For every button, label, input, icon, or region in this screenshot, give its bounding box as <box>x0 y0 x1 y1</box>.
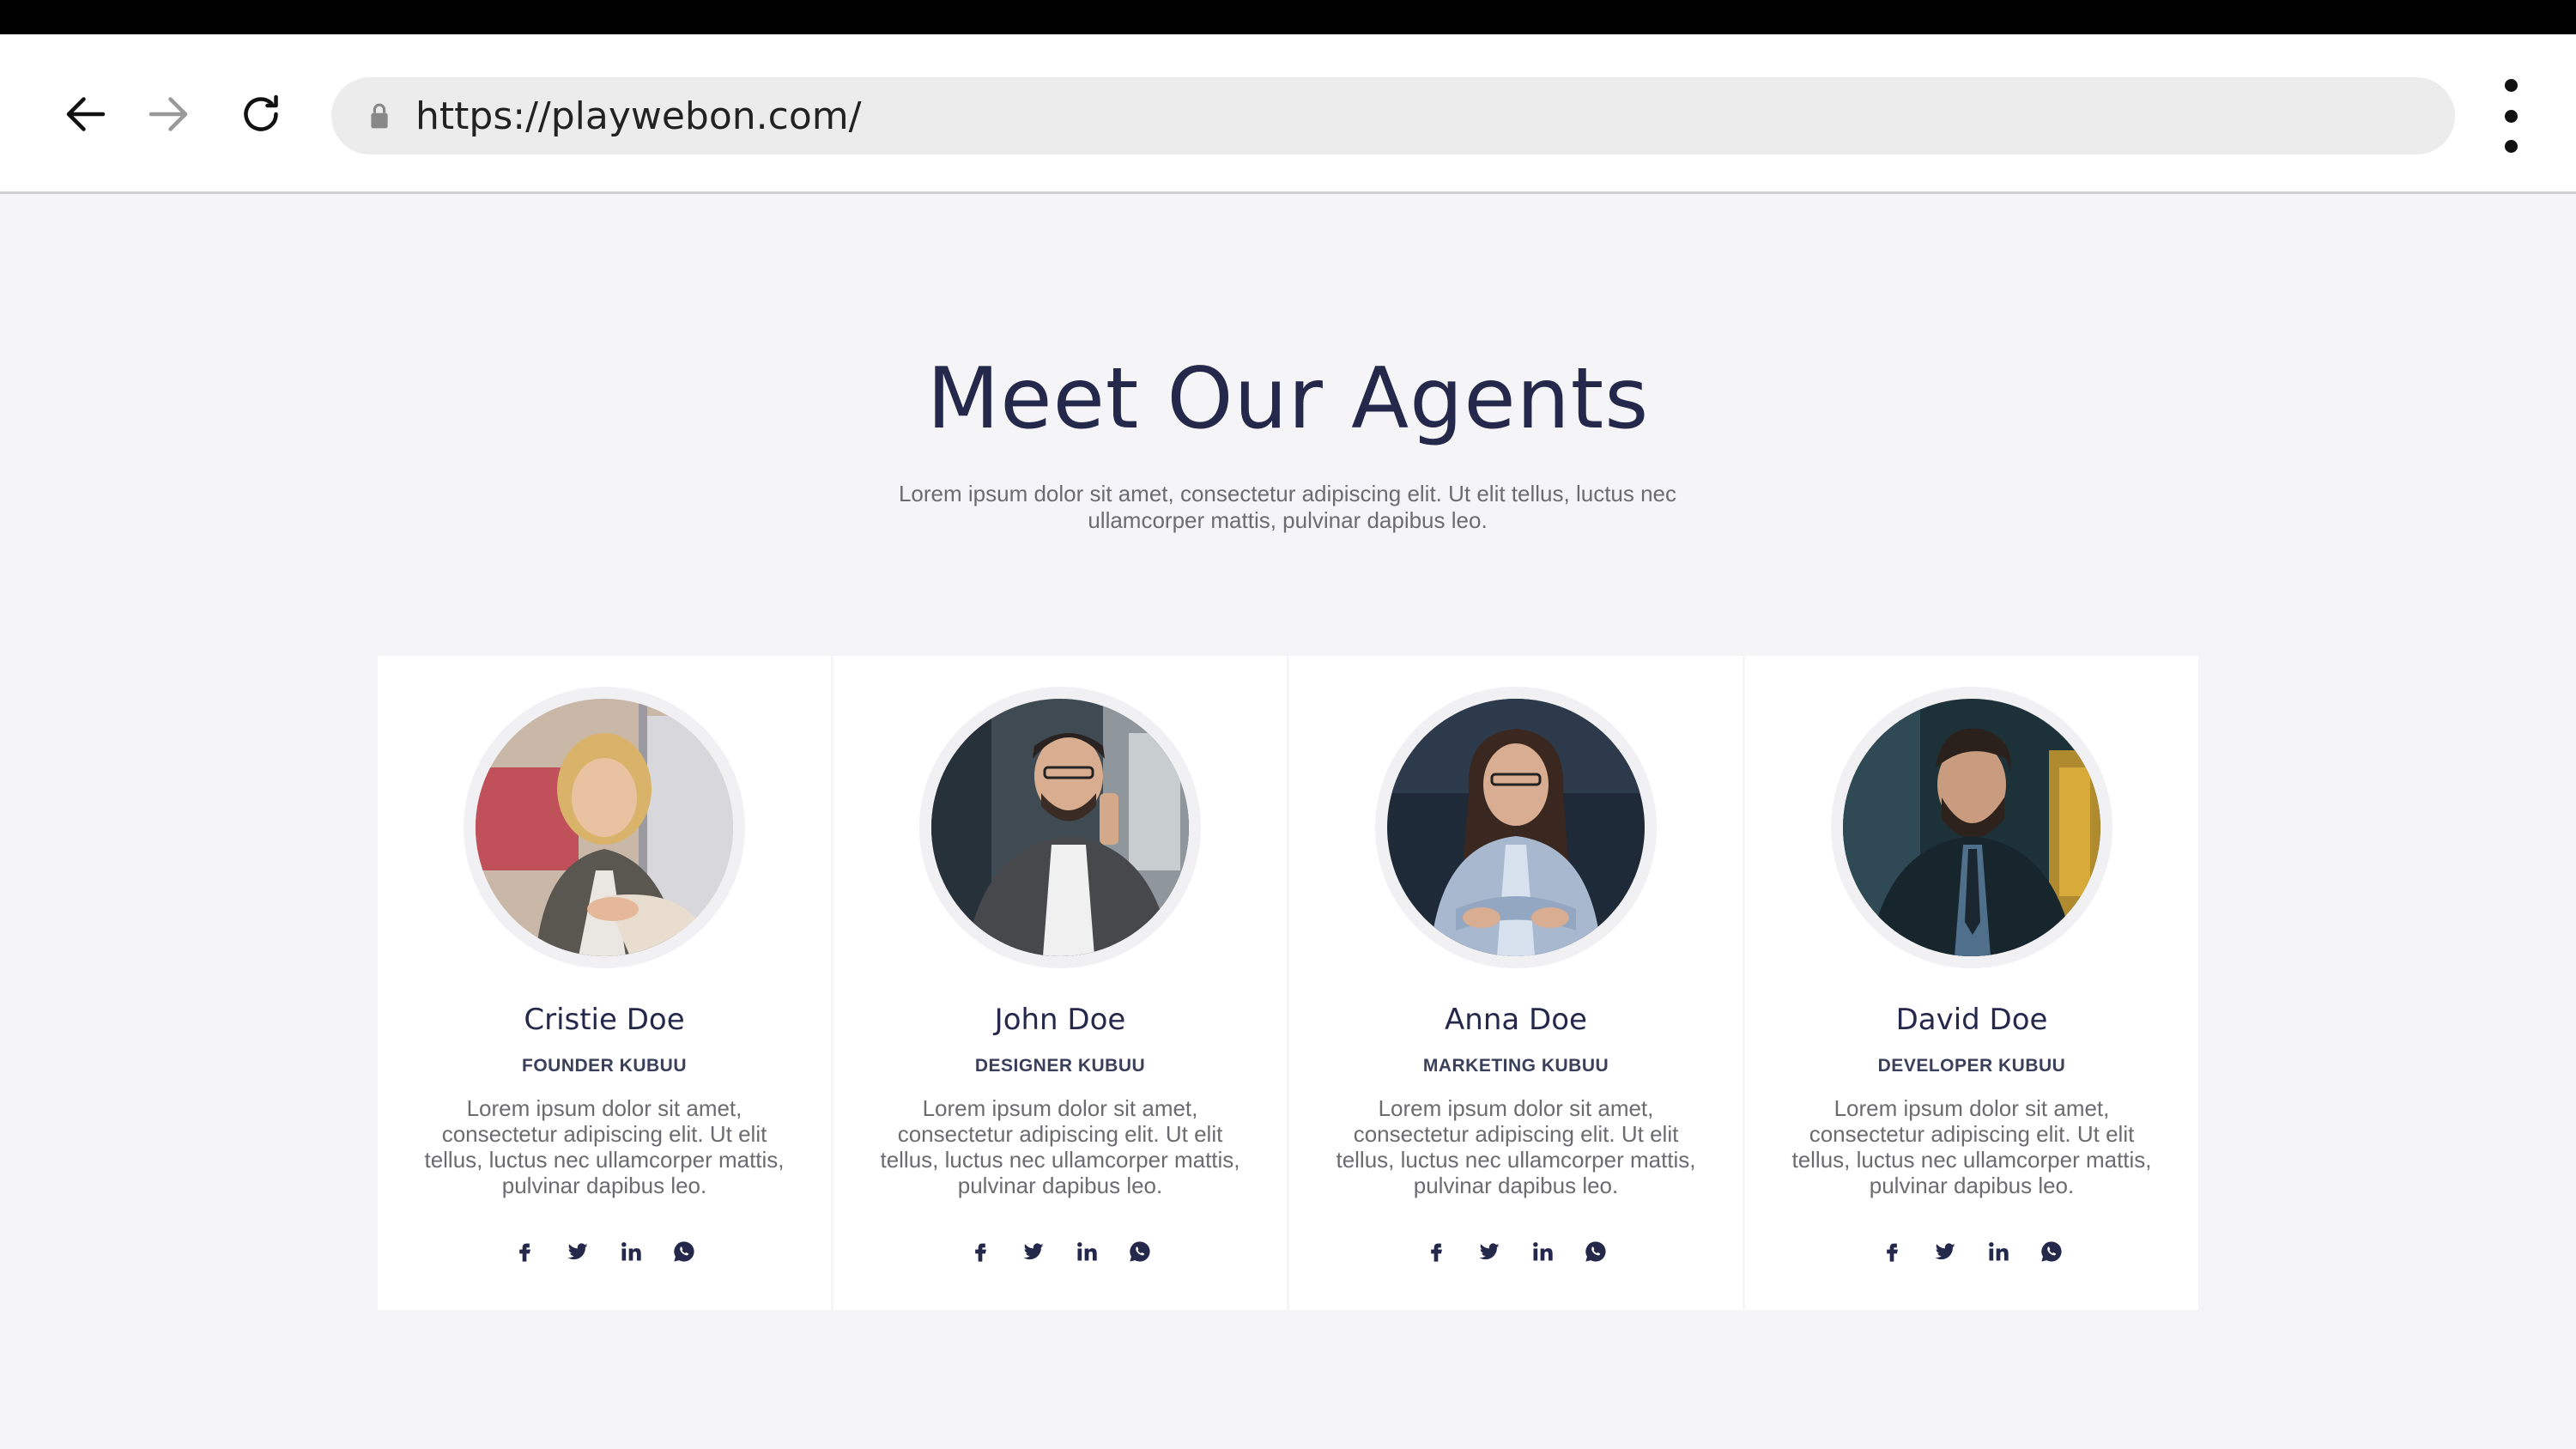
lock-icon <box>366 99 393 133</box>
twitter-icon[interactable] <box>1931 1238 1959 1265</box>
agent-bio: Lorem ipsum dolor sit amet, consectetur … <box>1791 1095 2152 1198</box>
facebook-icon[interactable] <box>511 1238 538 1265</box>
agent-role: DESIGNER KUBUU <box>974 1056 1146 1076</box>
avatar <box>476 699 733 956</box>
agent-role: MARKETING KUBUU <box>1422 1056 1609 1076</box>
whatsapp-icon[interactable] <box>1126 1238 1154 1265</box>
section-title: Meet Our Agents <box>926 350 1650 448</box>
agent-name: David Doe <box>1895 1003 2048 1037</box>
twitter-icon[interactable] <box>564 1238 591 1265</box>
linkedin-icon[interactable] <box>1985 1238 2012 1265</box>
agent-card: Anna Doe MARKETING KUBUU Lorem ipsum dol… <box>1289 656 1743 1310</box>
agents-grid: Cristie Doe FOUNDER KUBUU Lorem ipsum do… <box>378 656 2198 1310</box>
avatar <box>931 699 1189 956</box>
agent-bio: Lorem ipsum dolor sit amet, consectetur … <box>1336 1095 1696 1198</box>
avatar-frame <box>1375 687 1657 968</box>
forward-button[interactable] <box>136 82 201 147</box>
system-status-bar <box>0 0 2576 34</box>
avatar <box>1387 699 1645 956</box>
reload-icon <box>244 94 278 131</box>
social-links <box>378 1238 831 1265</box>
avatar-frame <box>464 687 745 968</box>
browser-toolbar: https://playwebon.com/ <box>0 34 2576 194</box>
reload-button[interactable] <box>228 82 294 147</box>
facebook-icon[interactable] <box>967 1238 994 1265</box>
agent-role: FOUNDER KUBUU <box>522 1056 687 1076</box>
agent-card: Cristie Doe FOUNDER KUBUU Lorem ipsum do… <box>378 656 831 1310</box>
facebook-icon[interactable] <box>1878 1238 1906 1265</box>
agent-name: Anna Doe <box>1445 1003 1587 1037</box>
address-bar[interactable]: https://playwebon.com/ <box>331 77 2455 155</box>
agent-card: John Doe DESIGNER KUBUU Lorem ipsum dolo… <box>833 656 1287 1310</box>
twitter-icon[interactable] <box>1476 1238 1503 1265</box>
social-links <box>1289 1238 1743 1265</box>
kebab-menu-icon <box>2504 79 2518 92</box>
linkedin-icon[interactable] <box>617 1238 645 1265</box>
linkedin-icon[interactable] <box>1529 1238 1556 1265</box>
agent-bio: Lorem ipsum dolor sit amet, consectetur … <box>880 1095 1240 1198</box>
agent-bio: Lorem ipsum dolor sit amet, consectetur … <box>424 1095 785 1198</box>
social-links <box>1745 1238 2198 1265</box>
url-text[interactable]: https://playwebon.com/ <box>415 94 861 138</box>
section-subtitle: Lorem ipsum dolor sit amet, consectetur … <box>898 481 1677 533</box>
twitter-icon[interactable] <box>1020 1238 1047 1265</box>
back-button[interactable] <box>53 82 118 147</box>
arrow-left-icon <box>66 97 106 131</box>
whatsapp-icon[interactable] <box>670 1238 698 1265</box>
browser-menu-button[interactable] <box>2489 79 2532 153</box>
agent-name: Cristie Doe <box>524 1003 685 1037</box>
agent-name: John Doe <box>994 1003 1126 1037</box>
avatar <box>1843 699 2100 956</box>
linkedin-icon[interactable] <box>1073 1238 1100 1265</box>
agent-role: DEVELOPER KUBUU <box>1877 1056 2066 1076</box>
whatsapp-icon[interactable] <box>1582 1238 1609 1265</box>
avatar-frame <box>1831 687 2112 968</box>
facebook-icon[interactable] <box>1422 1238 1450 1265</box>
avatar-frame <box>919 687 1201 968</box>
arrow-right-icon <box>148 97 188 131</box>
agent-card: David Doe DEVELOPER KUBUU Lorem ipsum do… <box>1745 656 2198 1310</box>
social-links <box>833 1238 1287 1265</box>
whatsapp-icon[interactable] <box>2038 1238 2065 1265</box>
